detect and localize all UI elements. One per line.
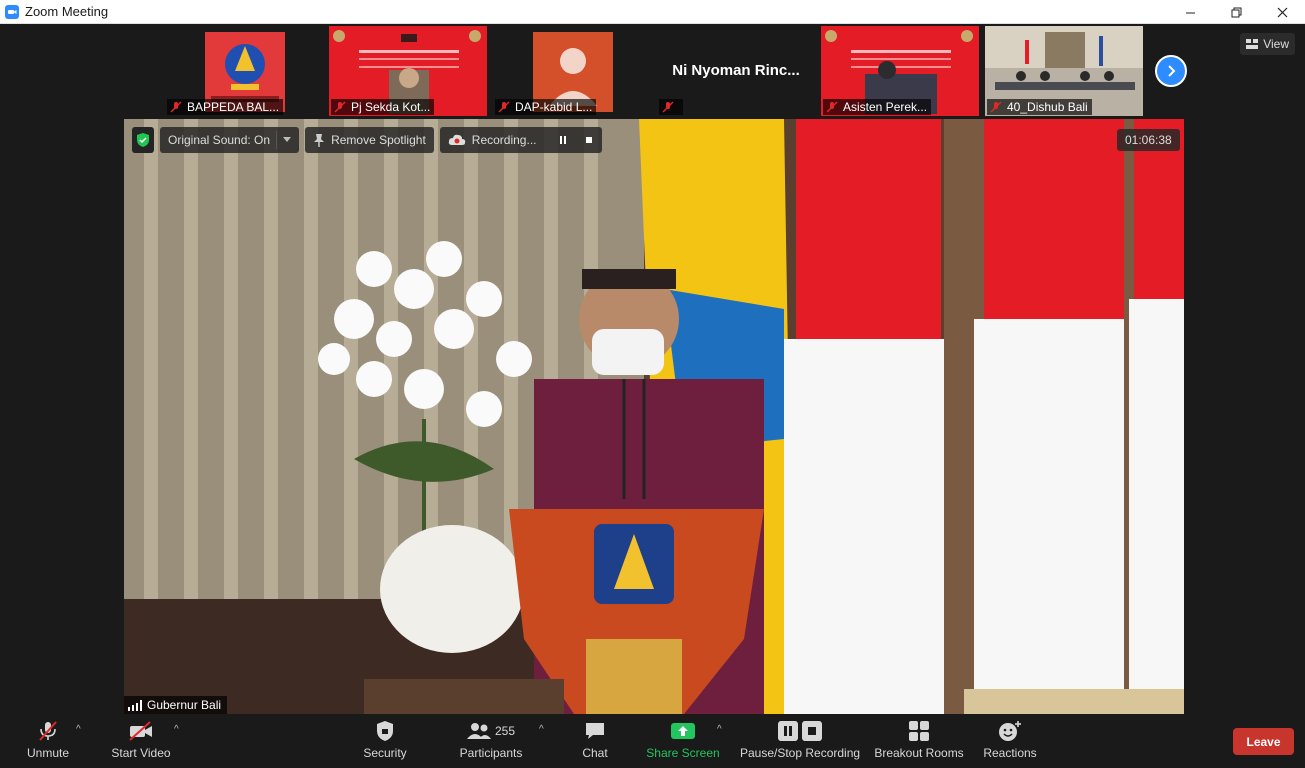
original-sound-label: Original Sound: On [168,133,271,147]
participant-name-tag: 40_Dishub Bali [987,99,1092,115]
grid-view-icon [1246,39,1259,49]
minimize-icon [1185,12,1195,13]
participant-name: Asisten Perek... [843,100,928,114]
restore-button[interactable] [1213,0,1259,24]
encryption-shield-icon[interactable] [132,127,154,153]
participants-button[interactable]: 255 Participants [456,718,526,766]
stop-recording-icon [802,721,822,741]
participant-tile[interactable]: 40_Dishub Bali [985,26,1143,116]
chat-icon [586,723,604,739]
participant-name-tag: BAPPEDA BAL... [167,99,284,115]
unmute-button[interactable]: Unmute [22,718,74,766]
participant-tile[interactable]: Ni Nyoman Rinc... [657,26,815,116]
active-speaker-name: Gubernur Bali [147,698,222,712]
mic-muted-icon [990,101,1002,113]
participant-name: BAPPEDA BAL... [187,100,280,114]
mic-muted-icon [498,101,510,113]
restore-icon [1231,7,1241,17]
chat-label: Chat [582,746,608,760]
mic-muted-icon [662,101,674,113]
reactions-label: Reactions [983,746,1037,760]
window-controls [1167,0,1305,24]
participant-name-tag: Asisten Perek... [823,99,932,115]
chat-button[interactable]: Chat [578,718,612,766]
participants-count: 255 [494,724,516,738]
active-speaker-name-tag: Gubernur Bali [124,696,228,714]
participants-options-chevron-icon[interactable]: ^ [539,724,544,735]
recording-label: Recording... [471,133,537,147]
meeting-controls-bar: Unmute ^ Start Video ^ Security 255 Part… [0,714,1305,768]
video-overlay-toolbar: Original Sound: On Remove Spotlight Reco… [132,127,603,153]
participant-name-tag: Pj Sekda Kot... [331,99,435,115]
original-sound-toggle[interactable]: Original Sound: On [160,127,300,153]
view-label: View [1263,37,1289,51]
mic-muted-icon [170,101,182,113]
unmute-label: Unmute [26,746,70,760]
participant-name-tag [659,99,683,115]
zoom-logo-icon [5,4,19,19]
participants-icon [466,723,491,739]
share-screen-icon [671,723,695,739]
breakout-rooms-button[interactable]: Breakout Rooms [874,718,964,766]
meeting-timer: 01:06:38 [1117,129,1180,151]
next-page-button[interactable] [1155,55,1187,87]
participant-name: Pj Sekda Kot... [351,100,431,114]
remove-spotlight-label: Remove Spotlight [331,133,426,147]
chevron-right-icon [1168,65,1176,77]
video-off-icon [129,721,152,741]
view-button[interactable]: View [1240,33,1295,55]
share-screen-button[interactable]: Share Screen [646,718,720,766]
pause-stop-recording-button[interactable]: Pause/Stop Recording [740,718,860,766]
participant-tile[interactable]: Asisten Perek... [821,26,979,116]
share-options-chevron-icon[interactable]: ^ [717,724,722,735]
security-button[interactable]: Security [358,718,412,766]
participant-tile[interactable]: DAP-kabid L... [493,26,651,116]
close-button[interactable] [1259,0,1305,24]
cloud-recording-icon [448,134,465,145]
participants-label: Participants [459,746,523,760]
breakout-rooms-label: Breakout Rooms [874,746,964,760]
close-icon [1277,7,1287,17]
stop-icon[interactable] [584,135,594,145]
pause-recording-icon [778,721,798,741]
shield-icon [377,721,393,741]
signal-strength-icon [128,699,142,711]
start-video-button[interactable]: Start Video [108,718,174,766]
mic-muted-icon [334,101,346,113]
minimize-button[interactable] [1167,0,1213,24]
window-title: Zoom Meeting [25,4,109,19]
active-speaker-video [124,119,1184,714]
start-video-label: Start Video [111,746,171,760]
participant-strip: BAPPEDA BAL... Pj Sekda Kot... DAP-kabid… [165,26,1143,116]
window-titlebar: Zoom Meeting [0,0,1305,24]
mic-muted-icon [826,101,838,113]
mic-muted-icon [39,721,57,741]
share-screen-label: Share Screen [646,746,720,760]
pin-icon [314,134,325,147]
speaker-video-feed [124,119,1184,714]
pause-stop-recording-label: Pause/Stop Recording [739,746,861,760]
participant-name-tag: DAP-kabid L... [495,99,597,115]
recording-status: Recording... [439,127,603,153]
pause-icon[interactable] [558,135,568,145]
leave-button[interactable]: Leave [1233,728,1294,755]
remove-spotlight-button[interactable]: Remove Spotlight [305,127,434,153]
reactions-icon [999,721,1021,741]
reactions-button[interactable]: Reactions [982,718,1038,766]
audio-options-chevron-icon[interactable]: ^ [76,724,81,735]
divider [276,131,278,149]
security-label: Security [363,746,407,760]
participant-tile[interactable]: BAPPEDA BAL... [165,26,323,116]
participant-name: 40_Dishub Bali [1007,100,1088,114]
chevron-down-icon[interactable] [283,137,292,143]
participant-name: DAP-kabid L... [515,100,593,114]
meeting-stage: BAPPEDA BAL... Pj Sekda Kot... DAP-kabid… [0,24,1305,714]
participant-tile[interactable]: Pj Sekda Kot... [329,26,487,116]
breakout-rooms-icon [909,721,929,741]
participant-display-name: Ni Nyoman Rinc... [672,62,800,79]
video-options-chevron-icon[interactable]: ^ [174,724,179,735]
